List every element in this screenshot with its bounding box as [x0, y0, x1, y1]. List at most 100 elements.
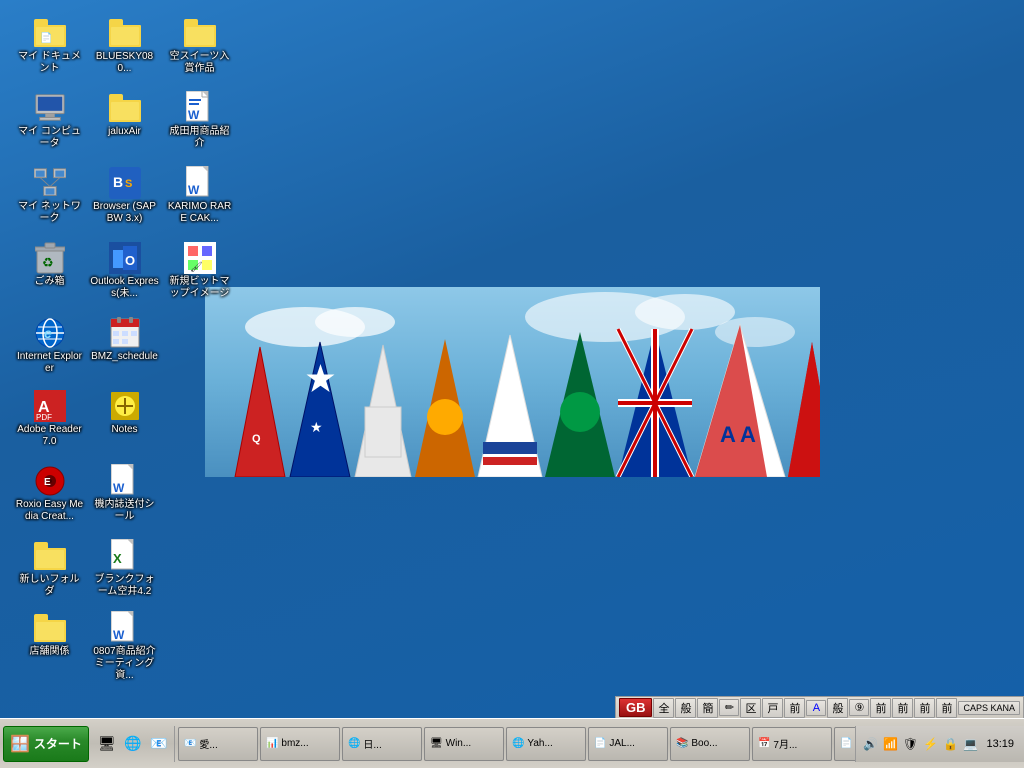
icon-adobe[interactable]: A PDF Adobe Reader 7.0 [12, 387, 87, 451]
ql-outlook-btn[interactable]: 📧 [147, 732, 171, 756]
taskbar: 🪟 スタート 🖥 🌐 📧 📧 愛... 📊 bmz... 🌐 日... 🖥 Wi… [0, 718, 1024, 768]
task-jal-icon: 📄 [594, 738, 606, 749]
icon-bluesky[interactable]: BLUESKY080... [87, 14, 162, 78]
svg-text:S: S [125, 178, 132, 190]
roxio-label: Roxio Easy Media Creat... [15, 499, 84, 523]
task-jal-label: JAL... [609, 738, 635, 749]
machine-mail-label: 機内誌送付シール [90, 499, 159, 523]
svg-text:X: X [113, 551, 122, 566]
store-related-icon [34, 612, 66, 644]
icon-bmz-schedule[interactable]: BMZ_schedule [87, 314, 162, 366]
icon-my-computer[interactable]: マイ コンピュータ [12, 89, 87, 153]
ime-simple-btn[interactable]: 簡 [697, 698, 718, 718]
ime-icon2-btn[interactable]: 前 [892, 698, 913, 718]
icon-machine-mail[interactable]: W 機内誌送付シール [87, 462, 162, 526]
start-button[interactable]: 🪟 スタート [3, 726, 89, 762]
taskbar-tasks: 📧 愛... 📊 bmz... 🌐 日... 🖥 Win... 🌐 Yah...… [175, 719, 856, 768]
windows-logo-icon: 🪟 [10, 734, 30, 754]
icon-new-folder[interactable]: 新しいフォルダ [12, 537, 87, 601]
task-jal-btn[interactable]: 📄 JAL... [588, 727, 668, 761]
icon-narita[interactable]: W 成田用商品紹介 [162, 89, 237, 153]
adobe-label: Adobe Reader 7.0 [15, 424, 84, 448]
ime-ku-btn[interactable]: 区 [740, 698, 761, 718]
store-related-label: 店舗関係 [30, 646, 70, 658]
svg-text:W: W [113, 481, 125, 495]
task-july-btn[interactable]: 📅 7月... [752, 727, 832, 761]
narita-icon: W [184, 92, 216, 124]
task-yah-btn[interactable]: 🌐 Yah... [506, 727, 586, 761]
ime-icon1-btn[interactable]: 前 [870, 698, 891, 718]
ime-pen-btn[interactable]: ✏ [719, 699, 739, 716]
ime-to-btn[interactable]: 戸 [762, 698, 783, 718]
icon-ie[interactable]: e Internet Explorer [12, 314, 87, 378]
svg-text:📄: 📄 [40, 31, 52, 44]
karimo-icon: W [184, 167, 216, 199]
ime-a-btn[interactable]: A [806, 700, 826, 716]
icon-blank-form[interactable]: X ブランクフォーム空井4.2 [87, 537, 162, 601]
icon-recycle-bin[interactable]: ♻ ごみ箱 [12, 239, 87, 291]
task-nichi2-btn[interactable]: 📄 日... [834, 727, 856, 761]
my-documents-icon: 📄 [34, 17, 66, 49]
task-bmz-label: bmz... [281, 738, 308, 749]
tray-misc-icon[interactable]: 💻 [961, 735, 979, 753]
caps-kana-btn[interactable]: CAPS KANA [958, 701, 1020, 715]
task-nichi-btn[interactable]: 🌐 日... [342, 727, 422, 761]
task-boo-btn[interactable]: 📚 Boo... [670, 727, 750, 761]
task-ai-btn[interactable]: 📧 愛... [178, 727, 258, 761]
jalux-label: jaluxAir [108, 126, 141, 138]
ime-gen-btn[interactable]: 般 [675, 698, 696, 718]
svg-text:e: e [44, 325, 52, 341]
tray-power-icon[interactable]: ⚡ [921, 735, 939, 753]
svg-text:W: W [113, 628, 125, 642]
task-win-btn[interactable]: 🖥 Win... [424, 727, 504, 761]
ime-mae-btn[interactable]: 前 [784, 698, 805, 718]
ql-ie-btn[interactable]: 🌐 [121, 732, 145, 756]
svg-text:PDF: PDF [36, 413, 52, 422]
icon-new-bitmap[interactable]: 🖌 新規ビットマップイメージ [162, 239, 237, 303]
icon-product-meeting[interactable]: W 0807商品紹介ミーティング資... [87, 609, 162, 685]
icon-store-related[interactable]: 店舗関係 [12, 609, 87, 661]
tray-security-icon[interactable]: 🛡 [901, 735, 919, 753]
new-folder-icon [34, 540, 66, 572]
ime-all-btn[interactable]: 全 [653, 698, 674, 718]
icon-my-documents[interactable]: 📄 マイ ドキュメント [12, 14, 87, 78]
icon-karimo[interactable]: W KARIMO RARE CAK... [162, 164, 237, 228]
adobe-icon: A PDF [34, 390, 66, 422]
icon-outlook[interactable]: O Outlook Express(未... [87, 239, 162, 303]
ime-icon3-btn[interactable]: 前 [914, 698, 935, 718]
bmz-schedule-label: BMZ_schedule [91, 351, 158, 363]
taskbar-clock: 13:19 [981, 736, 1019, 752]
tray-antivirus-icon[interactable]: 🔒 [941, 735, 959, 753]
svg-text:♻: ♻ [42, 255, 54, 270]
outlook-label: Outlook Express(未... [90, 276, 159, 300]
ime-toolbar: GB 全 般 簡 ✏ 区 戸 前 A 般 ⑨ 前 前 前 前 CAPS KANA [615, 696, 1024, 718]
svg-text:W: W [188, 183, 200, 197]
tray-network-icon[interactable]: 🔊 [861, 735, 879, 753]
ime-circle9-btn[interactable]: ⑨ [849, 699, 869, 716]
ie-icon: e [34, 317, 66, 349]
notes-icon [109, 390, 141, 422]
icon-browser-sap[interactable]: B S Browser (SAP BW 3.x) [87, 164, 162, 228]
tray-volume-icon[interactable]: 📶 [881, 735, 899, 753]
icon-roxio[interactable]: E Roxio Easy Media Creat... [12, 462, 87, 526]
browser-sap-label: Browser (SAP BW 3.x) [90, 201, 159, 225]
quick-launch-bar: 🖥 🌐 📧 [92, 726, 175, 762]
task-bmz-btn[interactable]: 📊 bmz... [260, 727, 340, 761]
task-boo-label: Boo... [691, 738, 717, 749]
icon-notes[interactable]: Notes [87, 387, 162, 439]
gb-button[interactable]: GB [619, 698, 653, 717]
ql-desktop-btn[interactable]: 🖥 [95, 732, 119, 756]
ime-icon4-btn[interactable]: 前 [936, 698, 957, 718]
task-yah-label: Yah... [527, 738, 552, 749]
icon-sweets[interactable]: 空スイーツ入賞作品 [162, 14, 237, 78]
svg-text:A: A [740, 422, 756, 447]
karimo-label: KARIMO RARE CAK... [165, 201, 234, 225]
browser-sap-icon: B S [109, 167, 141, 199]
task-ai-label: 愛... [199, 736, 217, 751]
my-computer-label: マイ コンピュータ [15, 126, 84, 150]
icon-my-network[interactable]: マイ ネットワーク [12, 164, 87, 228]
task-bmz-icon: 📊 [266, 738, 278, 749]
bluesky-label: BLUESKY080... [90, 51, 159, 75]
icon-jalux[interactable]: jaluxAir [87, 89, 162, 141]
ime-gen2-btn[interactable]: 般 [827, 698, 848, 718]
